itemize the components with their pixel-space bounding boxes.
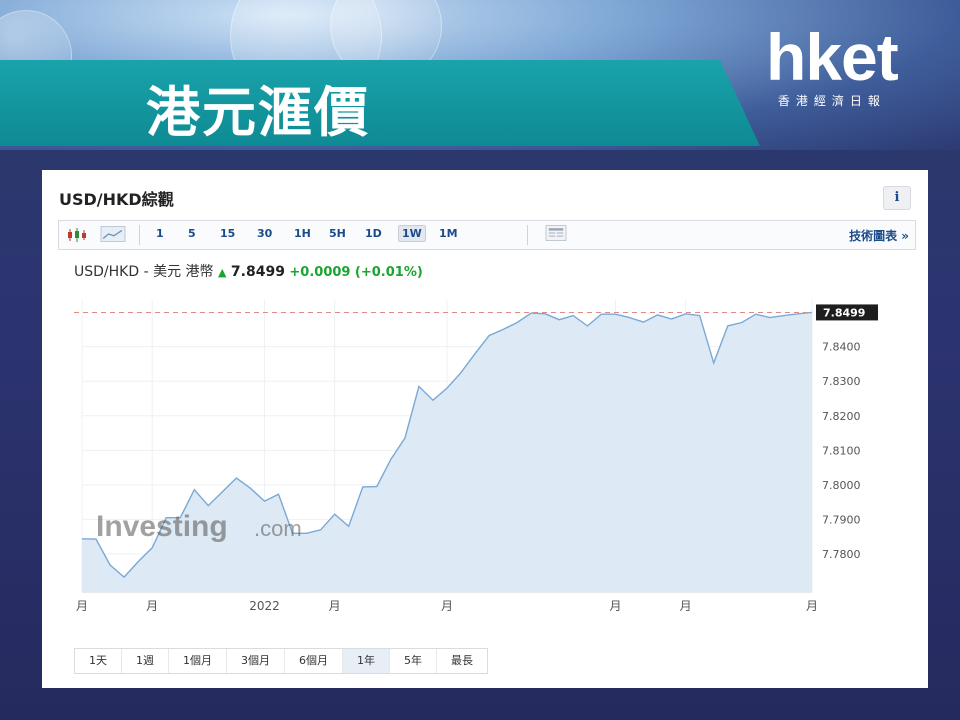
- table-view-icon[interactable]: [543, 225, 569, 241]
- range-6m[interactable]: 6個月: [285, 649, 343, 673]
- current-price-badge-text: 7.8499: [823, 306, 865, 319]
- chart-toolbar: 1 5 15 30 1H 5H 1D 1W 1M 技術圖表 »: [58, 220, 916, 250]
- y-tick-label: 7.7800: [822, 548, 861, 561]
- info-button[interactable]: i: [883, 186, 911, 210]
- candlestick-icon[interactable]: [67, 227, 89, 243]
- x-tick-label: 2022: [249, 599, 280, 613]
- range-max[interactable]: 最長: [437, 649, 487, 673]
- range-1d[interactable]: 1天: [75, 649, 122, 673]
- title-banner: [0, 60, 760, 146]
- area-chart-icon[interactable]: [99, 226, 127, 242]
- range-1y[interactable]: 1年: [343, 649, 390, 673]
- x-tick-label: 月: [76, 599, 88, 613]
- y-tick-label: 7.8000: [822, 479, 861, 492]
- toolbar-divider: [527, 225, 528, 245]
- logo-text: hket: [766, 20, 899, 94]
- range-selector: 1天 1週 1個月 3個月 6個月 1年 5年 最長: [74, 648, 488, 674]
- price-change-percent: (+0.01%): [354, 265, 423, 280]
- range-1w[interactable]: 1週: [122, 649, 169, 673]
- interval-5[interactable]: 5: [185, 226, 199, 241]
- toolbar-divider: [139, 225, 140, 245]
- y-tick-label: 7.8100: [822, 444, 861, 457]
- banner-title: 港元滙價: [146, 80, 370, 144]
- watermark-brand: Investing: [96, 510, 228, 543]
- interval-30[interactable]: 30: [254, 226, 275, 241]
- range-1m[interactable]: 1個月: [169, 649, 227, 673]
- currency-pair: USD/HKD - 美元 港幣: [74, 264, 214, 280]
- up-arrow-icon: ▲: [217, 266, 227, 279]
- usd-hkd-chart: 7.8400 7.8300 7.8200 7.8100 7.8000 7.7900 7.78…: [74, 300, 878, 613]
- current-price: 7.8499: [230, 264, 285, 280]
- interval-1[interactable]: 1: [153, 226, 167, 241]
- price-change: +0.0009: [289, 265, 351, 280]
- x-tick-label: 月: [146, 599, 158, 613]
- interval-1h[interactable]: 1H: [291, 226, 314, 241]
- technical-chart-link[interactable]: 技術圖表 »: [849, 227, 909, 244]
- quote-line: USD/HKD - 美元 港幣 ▲ 7.8499 +0.0009 (+0.01%…: [74, 261, 423, 281]
- x-tick-label: 月: [806, 599, 818, 613]
- interval-1m[interactable]: 1M: [436, 226, 461, 241]
- x-tick-label: 月: [441, 599, 453, 613]
- hket-logo: hket 香港經濟日報: [766, 20, 899, 109]
- current-price-label: 7.8499: [816, 304, 878, 321]
- y-tick-label: 7.8200: [822, 410, 861, 423]
- watermark-suffix: .com: [254, 516, 302, 541]
- range-5y[interactable]: 5年: [390, 649, 437, 673]
- x-tick-label: 月: [680, 599, 692, 613]
- x-axis: 月 月 2022 月 月 月 月 月: [76, 599, 818, 613]
- y-tick-label: 7.7900: [822, 513, 861, 526]
- y-tick-label: 7.8300: [822, 375, 861, 388]
- range-3m[interactable]: 3個月: [227, 649, 285, 673]
- chart-widget: USD/HKD綜觀 i 1 5 15 30 1H 5H 1D 1W 1M 技術圖…: [42, 170, 928, 688]
- y-axis: 7.8400 7.8300 7.8200 7.8100 7.8000 7.7900 7.78…: [822, 341, 861, 561]
- x-tick-label: 月: [329, 599, 341, 613]
- x-tick-label: 月: [609, 599, 621, 613]
- interval-5h[interactable]: 5H: [326, 226, 349, 241]
- interval-1w[interactable]: 1W: [398, 225, 426, 242]
- interval-15[interactable]: 15: [217, 226, 238, 241]
- widget-title: USD/HKD綜觀: [59, 190, 174, 209]
- y-tick-label: 7.8400: [822, 341, 861, 354]
- logo-subtitle: 香港經濟日報: [777, 94, 886, 108]
- interval-1d[interactable]: 1D: [362, 226, 385, 241]
